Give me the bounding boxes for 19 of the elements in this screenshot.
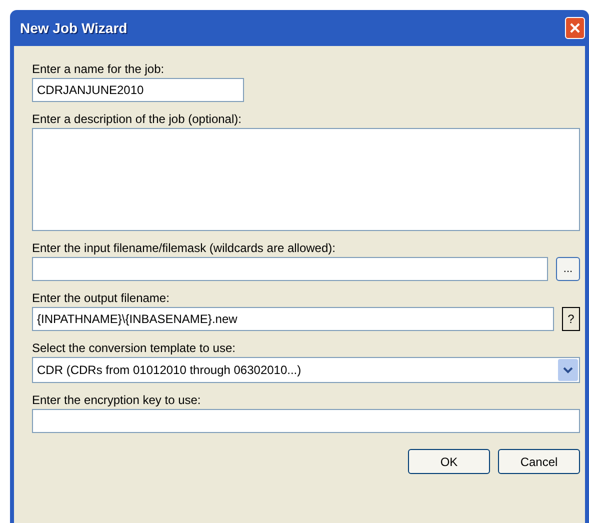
field-label: Select the conversion template to use: (32, 341, 236, 355)
ok-button[interactable]: OK (408, 449, 490, 474)
field-label: Enter a description of the job (optional): (32, 112, 242, 126)
input-field[interactable] (32, 257, 548, 281)
field-label: Enter a name for the job: (32, 62, 166, 76)
help-button[interactable]: ? (562, 307, 580, 331)
window-title: New Job Wizard (20, 18, 128, 38)
browse-button[interactable]: ... (556, 257, 580, 281)
dropdown-value: CDR (CDRs from 01012010 through 06302010...) (37, 362, 302, 379)
field-label: Enter the input filename/filemask (wildcards are allowed): (32, 241, 336, 255)
input-field[interactable] (32, 409, 580, 433)
description-field[interactable] (32, 128, 580, 231)
input-field[interactable]: CDRJANJUNE2010 (32, 78, 244, 102)
field-label: Enter the encryption key to use: (32, 393, 202, 407)
input-field[interactable]: {INPATHNAME}\{INBASENAME}.new (32, 307, 554, 331)
field-label: Enter the output filename: (32, 291, 170, 305)
close-icon[interactable] (565, 17, 585, 39)
cancel-button[interactable]: Cancel (498, 449, 580, 474)
template-dropdown[interactable]: CDR (CDRs from 01012010 through 06302010...) (32, 357, 580, 383)
